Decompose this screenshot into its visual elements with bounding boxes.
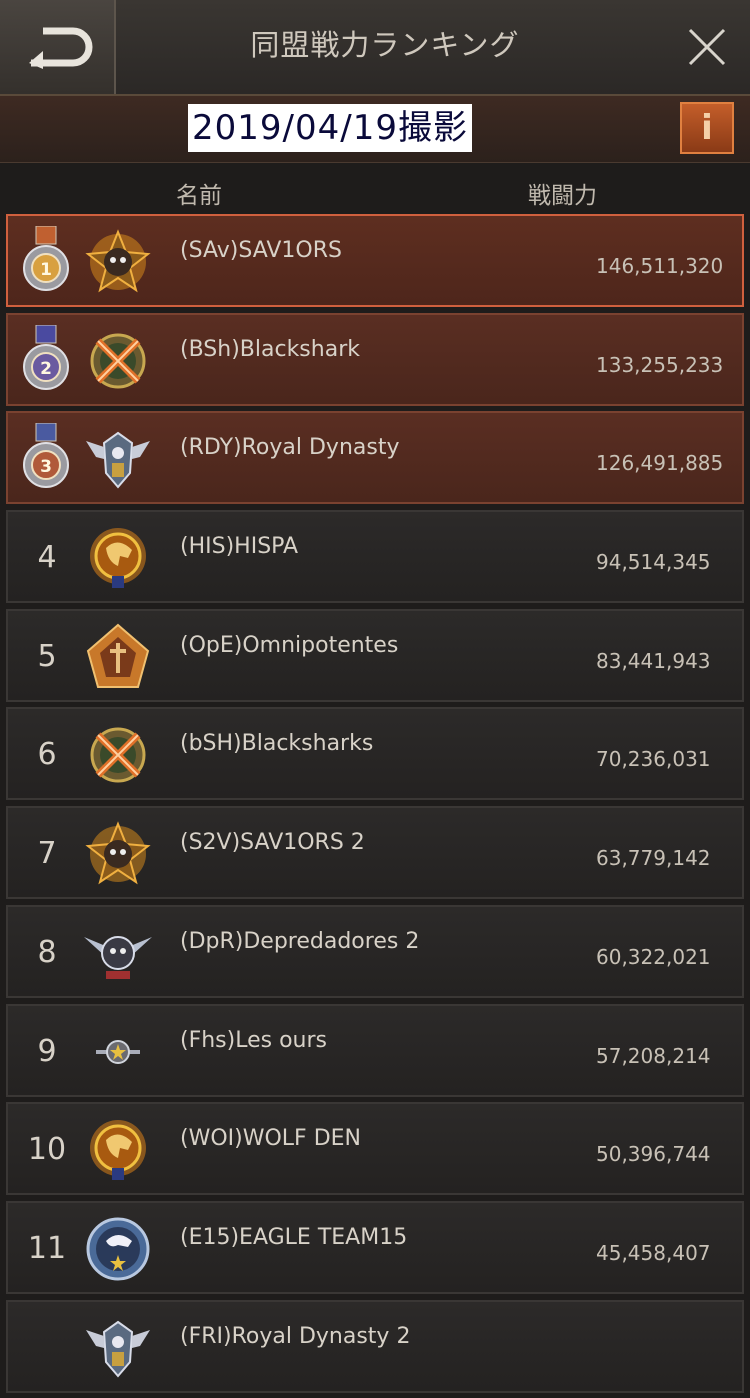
rank-medal-icon: 3 xyxy=(20,422,72,493)
combat-power-value: 57,208,214 xyxy=(596,1043,711,1068)
ranking-row[interactable]: 10 (WOI)WOLF DEN 50,396,744 xyxy=(6,1102,744,1196)
alliance-name: (BSh)Blackshark xyxy=(180,336,360,362)
skull-emblem-gold-icon xyxy=(82,226,154,298)
combat-power-value: 60,322,021 xyxy=(596,944,711,969)
eagle-wings-emblem-icon xyxy=(82,1312,154,1384)
alliance-name: (OpE)Omnipotentes xyxy=(180,632,399,658)
star-shield-emblem-icon xyxy=(82,621,154,693)
ranking-row[interactable]: 9 (Fhs)Les ours 57,208,214 xyxy=(6,1003,744,1097)
rank-number: 5 xyxy=(37,638,57,674)
alliance-name: (DpR)Depredadores 2 xyxy=(180,928,420,954)
eagle-wings-emblem-icon xyxy=(82,423,154,495)
alliance-name: (S2V)SAV1ORS 2 xyxy=(180,830,365,856)
rank-medal-icon: 1 xyxy=(20,225,72,296)
column-header: 名前 戦闘力 xyxy=(0,162,750,212)
back-button[interactable] xyxy=(0,0,116,94)
combat-power-value: 50,396,744 xyxy=(596,1142,711,1167)
date-label: 2019/04/19撮影 xyxy=(188,104,472,152)
rank-number: 7 xyxy=(37,836,57,872)
column-power: 戦闘力 xyxy=(528,183,597,209)
combat-power-value: 133,255,233 xyxy=(596,352,724,377)
winged-skull-emblem-icon xyxy=(82,917,154,989)
alliance-name: (bSH)Blacksharks xyxy=(180,731,374,757)
rank-number: 11 xyxy=(27,1230,67,1266)
alliance-name: (E15)EAGLE TEAM15 xyxy=(180,1224,408,1250)
ranking-row[interactable]: 7 (S2V)SAV1ORS 2 63,779,142 xyxy=(6,806,744,900)
combat-power-value: 45,458,407 xyxy=(596,1240,711,1265)
rank-medal-icon: 2 xyxy=(20,324,72,395)
combat-power-value: 83,441,943 xyxy=(596,648,711,673)
rank-number: 10 xyxy=(27,1132,67,1168)
close-button[interactable] xyxy=(682,22,732,72)
ranking-row[interactable]: 11 (E15)EAGLE TEAM15 45,458,407 xyxy=(6,1200,744,1294)
ranking-row[interactable]: 4 (HIS)HISPA 94,514,345 xyxy=(6,510,744,604)
combat-power-value: 70,236,031 xyxy=(596,747,711,772)
rank-number: 6 xyxy=(37,737,57,773)
combat-power-value: 146,511,320 xyxy=(596,254,724,278)
ranking-list: 1 (SAv)SAV1ORS 146,511,320 2 (BSh)Blackshark… xyxy=(6,214,744,1398)
combat-power-value: 126,491,885 xyxy=(596,451,724,476)
ranking-row[interactable]: 6 (bSH)Blacksharks 70,236,031 xyxy=(6,707,744,801)
rank-number xyxy=(22,1320,72,1375)
alliance-name: (FRI)Royal Dynasty 2 xyxy=(180,1323,411,1349)
close-icon xyxy=(688,28,726,66)
eagle-head-emblem-icon xyxy=(82,522,154,594)
page-title: 同盟戦力ランキング xyxy=(250,28,520,62)
crossed-swords-emblem-icon xyxy=(82,325,154,397)
eagle-head-emblem-icon xyxy=(82,1114,154,1186)
svg-text:1: 1 xyxy=(40,260,52,280)
rank-number: 9 xyxy=(37,1033,57,1069)
combat-power-value: 94,514,345 xyxy=(596,550,711,575)
ranking-row[interactable]: 3 (RDY)Royal Dynasty 126,491,885 xyxy=(6,411,744,505)
rank-number: 8 xyxy=(37,934,57,970)
small-star-emblem-icon xyxy=(82,1016,154,1088)
blue-eagle-emblem-icon xyxy=(82,1213,154,1285)
alliance-name: (RDY)Royal Dynasty xyxy=(180,435,400,461)
ranking-row[interactable]: 2 (BSh)Blackshark 133,255,233 xyxy=(6,312,744,406)
alliance-name: (SAv)SAV1ORS xyxy=(180,238,342,263)
back-arrow-icon xyxy=(29,27,93,69)
top-bar: 同盟戦力ランキング xyxy=(0,0,750,96)
combat-power-value: 63,779,142 xyxy=(596,846,711,871)
alliance-name: (Fhs)Les ours xyxy=(180,1027,327,1053)
ranking-row[interactable]: 8 (DpR)Depredadores 2 60,322,021 xyxy=(6,904,744,998)
ranking-row[interactable]: 5 (OpE)Omnipotentes 83,441,943 xyxy=(6,608,744,702)
ranking-row[interactable]: (FRI)Royal Dynasty 2 xyxy=(6,1299,744,1393)
svg-text:2: 2 xyxy=(40,359,52,379)
rank-number: 4 xyxy=(37,540,57,576)
svg-text:3: 3 xyxy=(40,457,52,477)
alliance-name: (WOI)WOLF DEN xyxy=(180,1126,361,1152)
date-bar: 2019/04/19撮影 i xyxy=(0,96,750,163)
alliance-name: (HIS)HISPA xyxy=(180,534,299,560)
info-button[interactable]: i xyxy=(680,102,734,154)
ranking-row[interactable]: 1 (SAv)SAV1ORS 146,511,320 xyxy=(6,214,744,307)
crossed-swords-emblem-icon xyxy=(82,719,154,791)
column-name: 名前 xyxy=(176,183,222,209)
skull-emblem-gold-icon xyxy=(82,818,154,890)
